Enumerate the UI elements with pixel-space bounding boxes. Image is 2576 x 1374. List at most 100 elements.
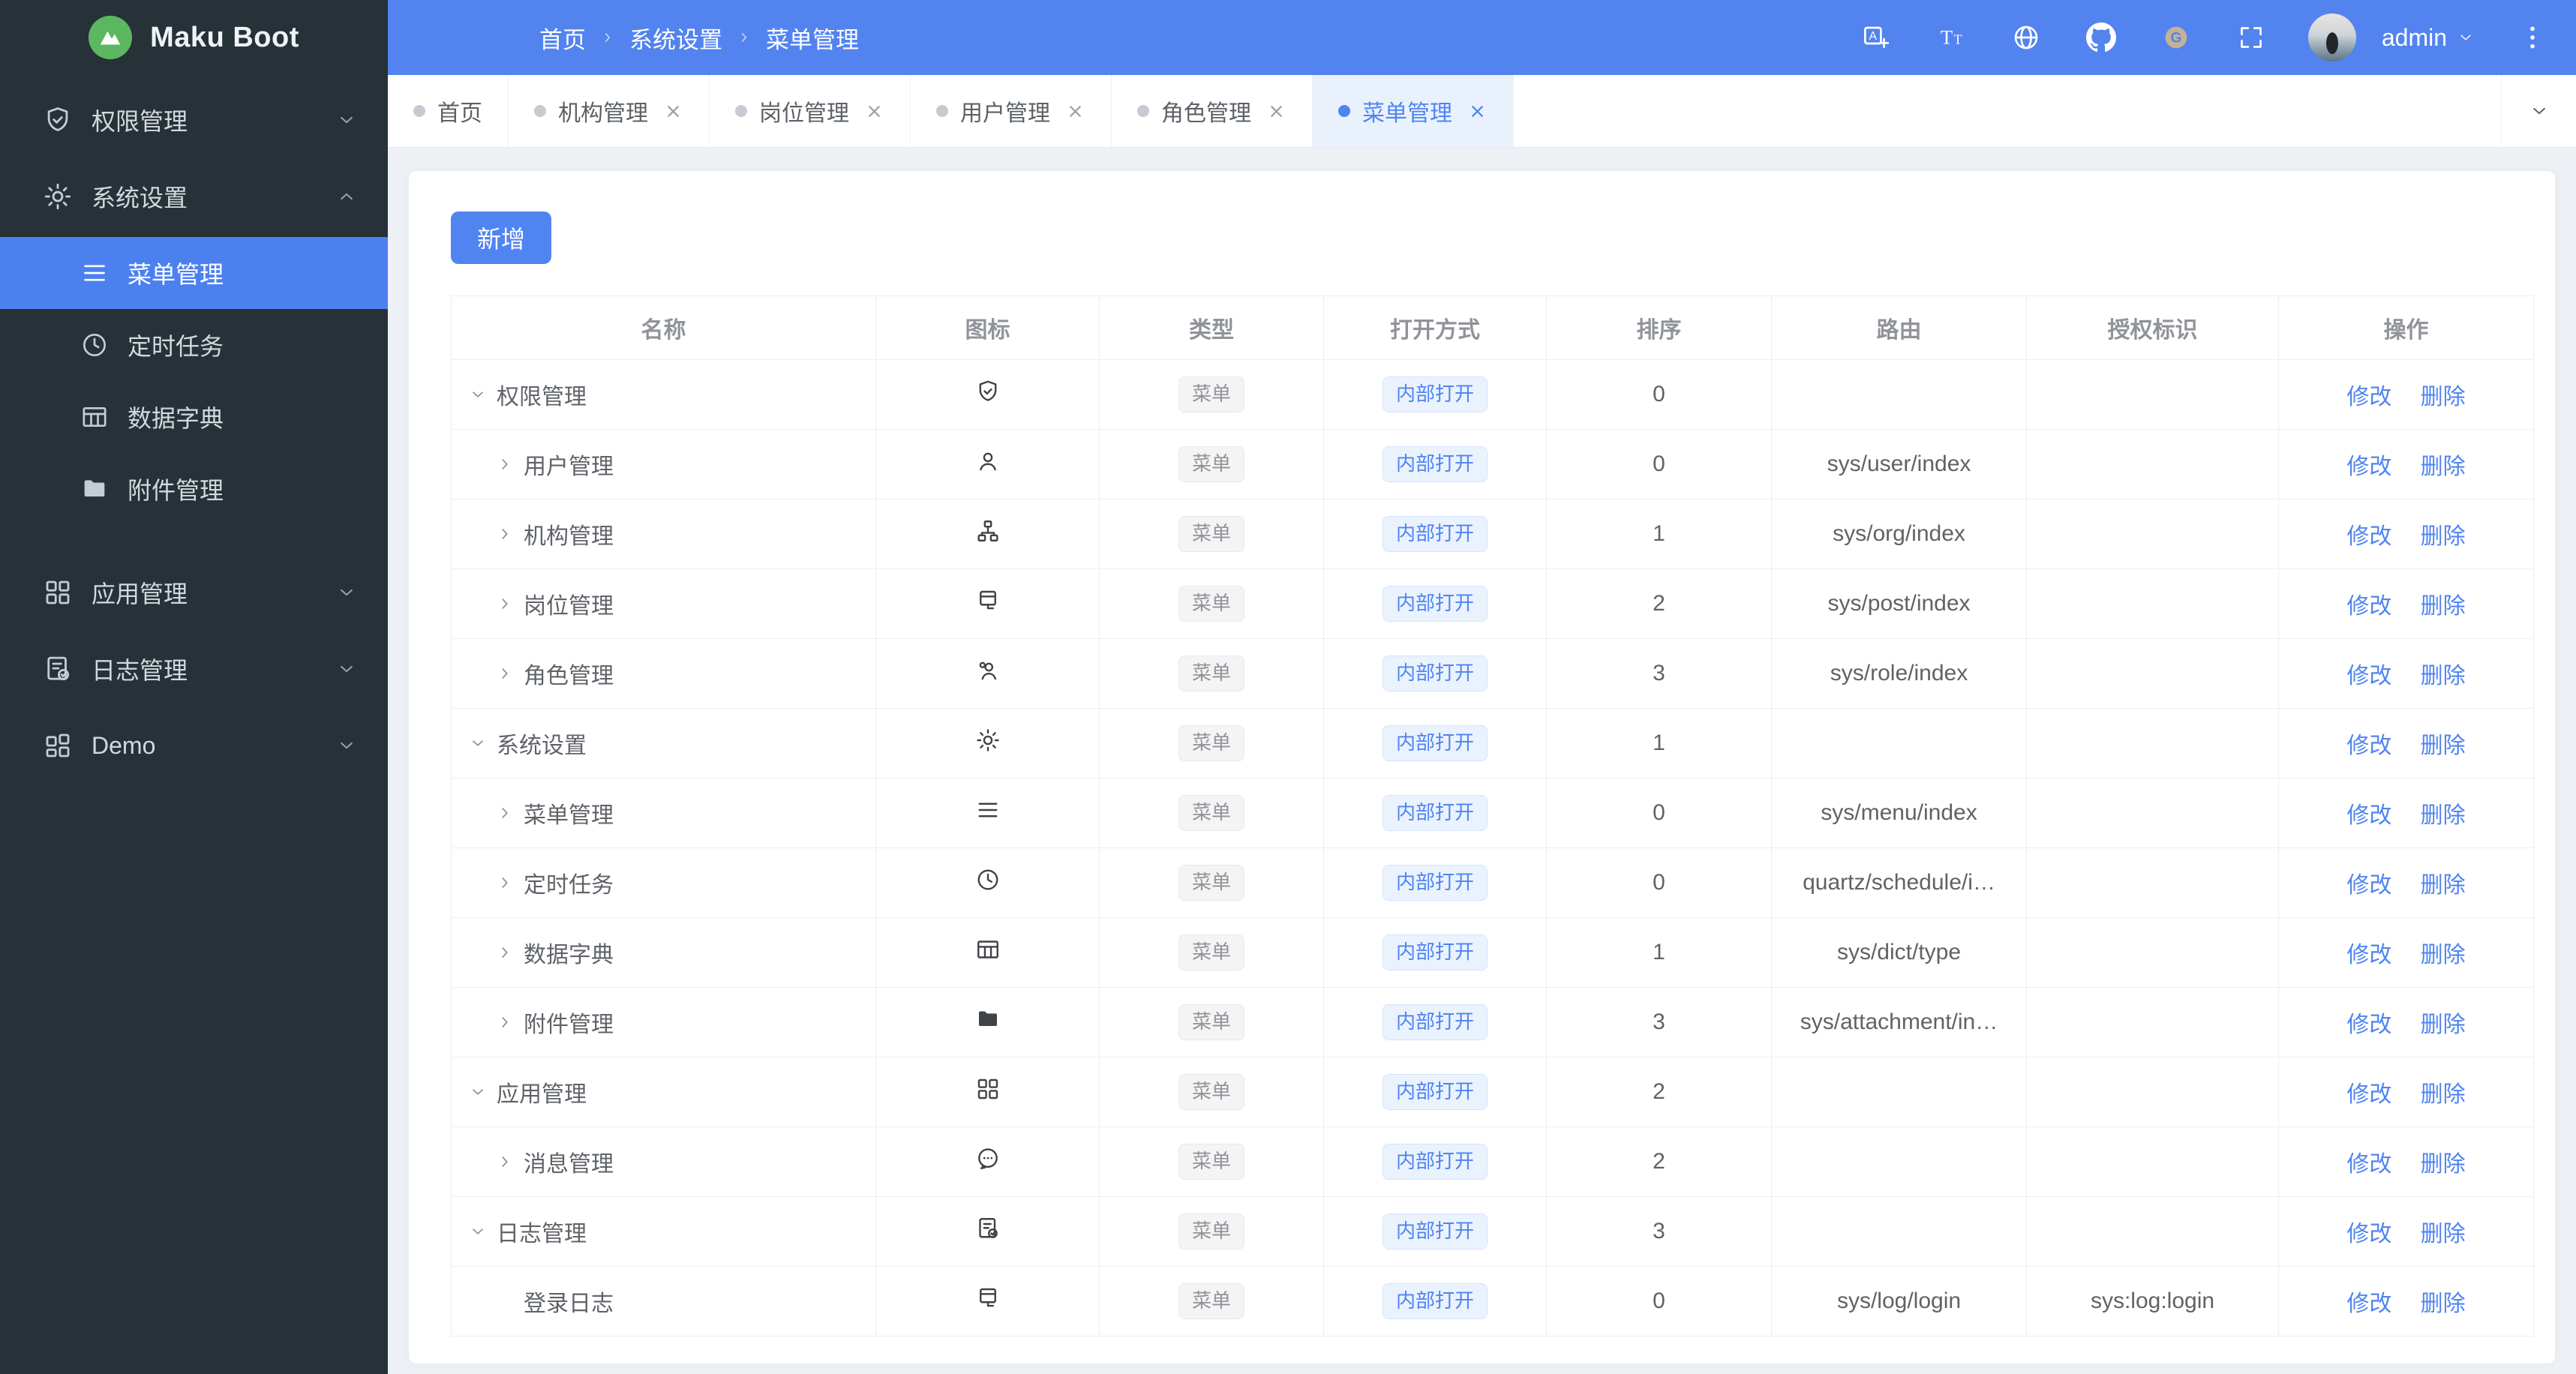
type-badge: 菜单	[1178, 656, 1244, 692]
close-icon[interactable]	[1065, 101, 1085, 122]
sidebar-item-demo[interactable]: Demo	[0, 710, 388, 782]
tab-bar: 首页 机构管理 岗位管理 用户管理 角色管理 菜单管理	[388, 75, 2576, 148]
delete-link[interactable]: 删除	[2421, 803, 2466, 828]
clock-icon	[974, 866, 1001, 893]
menu-name: 角色管理	[524, 664, 614, 688]
delete-link[interactable]: 删除	[2421, 734, 2466, 758]
edit-link[interactable]: 修改	[2346, 734, 2391, 758]
table-row: 附件管理 菜单 内部打开 3 sys/attachment/in… 修改 删除	[451, 987, 2534, 1058]
sidebar-item-label: 定时任务	[128, 333, 224, 360]
edit-link[interactable]: 修改	[2346, 1292, 2391, 1316]
delete-link[interactable]: 删除	[2421, 524, 2466, 549]
delete-link[interactable]: 删除	[2421, 1292, 2466, 1316]
add-button[interactable]: 新增	[451, 212, 551, 264]
route-value: quartz/schedule/i…	[1771, 848, 2027, 918]
expand-icon[interactable]	[495, 662, 524, 685]
close-icon[interactable]	[663, 101, 683, 122]
sidebar-item-system[interactable]: 系统设置	[0, 160, 388, 232]
translate-button[interactable]: A	[1858, 20, 1894, 56]
expand-icon[interactable]	[495, 523, 524, 545]
edit-link[interactable]: 修改	[2346, 943, 2391, 968]
edit-link[interactable]: 修改	[2346, 1012, 2391, 1037]
globe-button[interactable]	[2008, 20, 2044, 56]
tab-role[interactable]: 角色管理	[1112, 75, 1313, 147]
tab-user[interactable]: 用户管理	[911, 75, 1112, 147]
font-size-button[interactable]: TT	[1933, 20, 1969, 56]
tab-menu[interactable]: 菜单管理	[1313, 75, 1514, 147]
delete-link[interactable]: 删除	[2421, 664, 2466, 688]
user-name: admin	[2381, 23, 2447, 51]
sidebar-item-menu[interactable]: 菜单管理	[0, 237, 388, 309]
sidebar-item-permission[interactable]: 权限管理	[0, 84, 388, 156]
more-menu-button[interactable]	[2514, 20, 2550, 56]
edit-link[interactable]: 修改	[2346, 454, 2391, 479]
expand-icon[interactable]	[495, 592, 524, 615]
auth-value	[2026, 638, 2279, 709]
edit-link[interactable]: 修改	[2346, 1222, 2391, 1246]
github-button[interactable]	[2083, 20, 2119, 56]
sidebar-item-attachment[interactable]: 附件管理	[0, 453, 388, 525]
delete-link[interactable]: 删除	[2421, 385, 2466, 410]
github-icon	[2085, 22, 2116, 52]
collapse-sidebar-button[interactable]	[413, 20, 449, 56]
table-row: 角色管理 菜单 内部打开 3 sys/role/index 修改 删除	[451, 638, 2534, 709]
menu-name: 附件管理	[524, 1012, 614, 1037]
edit-link[interactable]: 修改	[2346, 873, 2391, 898]
user-menu[interactable]: admin	[2382, 24, 2475, 52]
expand-icon[interactable]	[495, 872, 524, 894]
close-icon[interactable]	[1467, 101, 1488, 122]
sidebar-item-app[interactable]: 应用管理	[0, 556, 388, 628]
sidebar-item-dict[interactable]: 数据字典	[0, 381, 388, 453]
expand-icon[interactable]	[495, 453, 524, 476]
expand-icon[interactable]	[495, 1011, 524, 1034]
edit-link[interactable]: 修改	[2346, 385, 2391, 410]
column-header: 操作	[2278, 296, 2534, 360]
expand-icon[interactable]	[468, 732, 497, 754]
auth-value	[2026, 1126, 2279, 1197]
refresh-button[interactable]	[476, 20, 512, 56]
expand-icon[interactable]	[468, 383, 497, 406]
breadcrumb-item[interactable]: 首页	[539, 21, 586, 55]
edit-link[interactable]: 修改	[2346, 803, 2391, 828]
sidebar-item-schedule[interactable]: 定时任务	[0, 309, 388, 381]
expand-icon[interactable]	[468, 1081, 497, 1103]
sidebar-item-log[interactable]: 日志管理	[0, 633, 388, 705]
delete-link[interactable]: 删除	[2421, 594, 2466, 619]
fullscreen-button[interactable]	[2233, 20, 2269, 56]
tab-home[interactable]: 首页	[388, 75, 509, 147]
route-value	[1771, 359, 2027, 430]
delete-link[interactable]: 删除	[2421, 1222, 2466, 1246]
fullscreen-icon	[2236, 22, 2266, 52]
close-icon[interactable]	[864, 101, 884, 122]
expand-icon[interactable]	[495, 1150, 524, 1173]
delete-link[interactable]: 删除	[2421, 1012, 2466, 1037]
edit-link[interactable]: 修改	[2346, 524, 2391, 549]
table-row: 日志管理 菜单 内部打开 3 修改 删除	[451, 1196, 2534, 1267]
open-mode-badge: 内部打开	[1382, 1144, 1488, 1180]
tabs-dropdown-button[interactable]	[2501, 75, 2576, 147]
tab-post[interactable]: 岗位管理	[710, 75, 911, 147]
delete-link[interactable]: 删除	[2421, 454, 2466, 479]
avatar[interactable]	[2307, 14, 2356, 62]
sort-value: 0	[1546, 429, 1772, 500]
breadcrumb-item[interactable]: 菜单管理	[766, 21, 859, 55]
delete-link[interactable]: 删除	[2421, 943, 2466, 968]
expand-icon[interactable]	[468, 1220, 497, 1243]
table-header-row: 名称 图标 类型 打开方式 排序 路由 授权标识 操作	[451, 296, 2534, 360]
gitee-button[interactable]: G	[2158, 20, 2194, 56]
edit-link[interactable]: 修改	[2346, 1152, 2391, 1177]
delete-link[interactable]: 删除	[2421, 1082, 2466, 1107]
edit-link[interactable]: 修改	[2346, 1082, 2391, 1107]
edit-link[interactable]: 修改	[2346, 664, 2391, 688]
delete-link[interactable]: 删除	[2421, 1152, 2466, 1177]
expand-icon[interactable]	[495, 941, 524, 964]
sort-value: 0	[1546, 359, 1772, 430]
expand-icon[interactable]	[495, 802, 524, 824]
edit-link[interactable]: 修改	[2346, 594, 2391, 619]
type-badge: 菜单	[1178, 1144, 1244, 1180]
sidebar-item-label: 系统设置	[92, 184, 188, 212]
breadcrumb-item[interactable]: 系统设置	[629, 21, 722, 55]
tab-org[interactable]: 机构管理	[509, 75, 710, 147]
delete-link[interactable]: 删除	[2421, 873, 2466, 898]
close-icon[interactable]	[1266, 101, 1286, 122]
